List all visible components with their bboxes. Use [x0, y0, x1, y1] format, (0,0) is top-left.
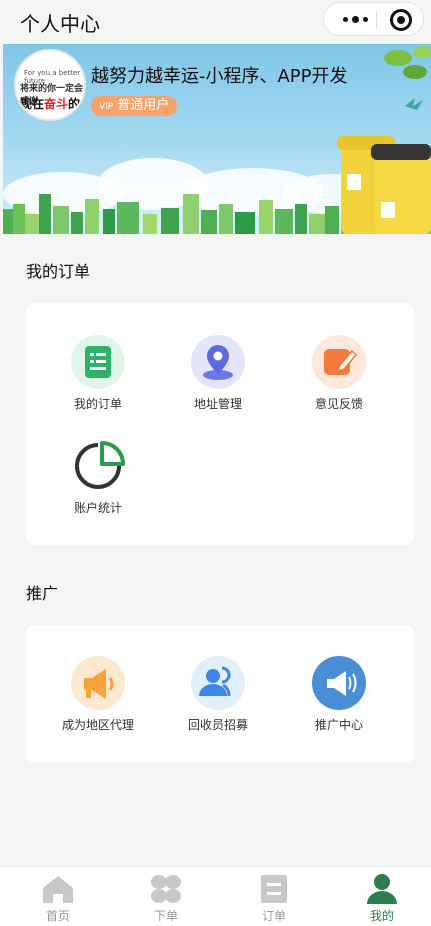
menu-item-label: 账户统计	[73, 501, 122, 515]
user-icon	[364, 873, 400, 905]
menu-item-label: 回收员招募	[187, 718, 248, 732]
menu-item-account-stats[interactable]: 账户统计	[43, 439, 153, 516]
promotion-card: 成为地区代理 回收员招募 推广中心	[26, 625, 414, 763]
pie-chart-icon	[71, 439, 125, 493]
grid-icon	[148, 873, 184, 905]
order-list-icon	[71, 335, 125, 389]
tab-place-order[interactable]: 下单	[112, 867, 220, 926]
section-title-promotion: 推广	[26, 584, 59, 603]
close-target-icon[interactable]	[390, 9, 412, 31]
tab-label: 我的	[369, 909, 394, 923]
tab-label: 首页	[45, 909, 70, 923]
tab-label: 下单	[153, 909, 178, 923]
menu-item-regional-agent[interactable]: 成为地区代理	[43, 656, 153, 733]
vip-tag: VIP	[99, 102, 114, 112]
menu-item-address[interactable]: 地址管理	[163, 335, 273, 412]
menu-item-promotion-center[interactable]: 推广中心	[284, 656, 394, 733]
edit-icon	[312, 335, 366, 389]
document-icon	[256, 873, 292, 905]
menu-item-label: 意见反馈	[314, 397, 363, 411]
tab-mine[interactable]: 我的	[328, 867, 431, 926]
home-icon	[40, 873, 76, 905]
member-level-badge: VIP 普通用户	[91, 96, 178, 116]
menu-item-label: 我的订单	[73, 397, 122, 411]
location-pin-icon	[191, 335, 245, 389]
member-level-label: 普通用户	[117, 98, 170, 113]
more-menu-icon[interactable]	[336, 3, 374, 35]
avatar-text-line3: 现在奋斗的你	[20, 97, 81, 121]
miniprogram-capsule	[323, 2, 424, 36]
menu-item-label: 推广中心	[314, 718, 363, 732]
menu-item-my-orders[interactable]: 我的订单	[43, 335, 153, 412]
menu-item-label: 成为地区代理	[61, 718, 134, 732]
tab-bar: 首页 下单 订单 我的	[0, 866, 431, 926]
capsule-divider	[376, 11, 377, 29]
megaphone-icon	[71, 656, 125, 710]
menu-item-label: 地址管理	[193, 397, 242, 411]
navigation-bar: 个人中心	[0, 0, 431, 44]
tab-label: 订单	[261, 909, 286, 923]
avatar[interactable]: For you a better future 将来的你一定会感谢 现在奋斗的你	[14, 49, 86, 121]
menu-item-feedback[interactable]: 意见反馈	[284, 335, 394, 412]
tab-home[interactable]: 首页	[4, 867, 112, 926]
profile-banner: For you a better future 将来的你一定会感谢 现在奋斗的你…	[3, 44, 431, 234]
username: 越努力越幸运-小程序、APP开发	[91, 66, 348, 87]
loudspeaker-icon	[312, 656, 366, 710]
tab-orders[interactable]: 订单	[220, 867, 328, 926]
orders-card: 我的订单 地址管理 意见反馈 账户统计	[26, 303, 414, 545]
page-title: 个人中心	[20, 12, 100, 36]
menu-item-recruit-collector[interactable]: 回收员招募	[163, 656, 273, 733]
users-icon	[191, 656, 245, 710]
section-title-orders: 我的订单	[26, 262, 91, 281]
